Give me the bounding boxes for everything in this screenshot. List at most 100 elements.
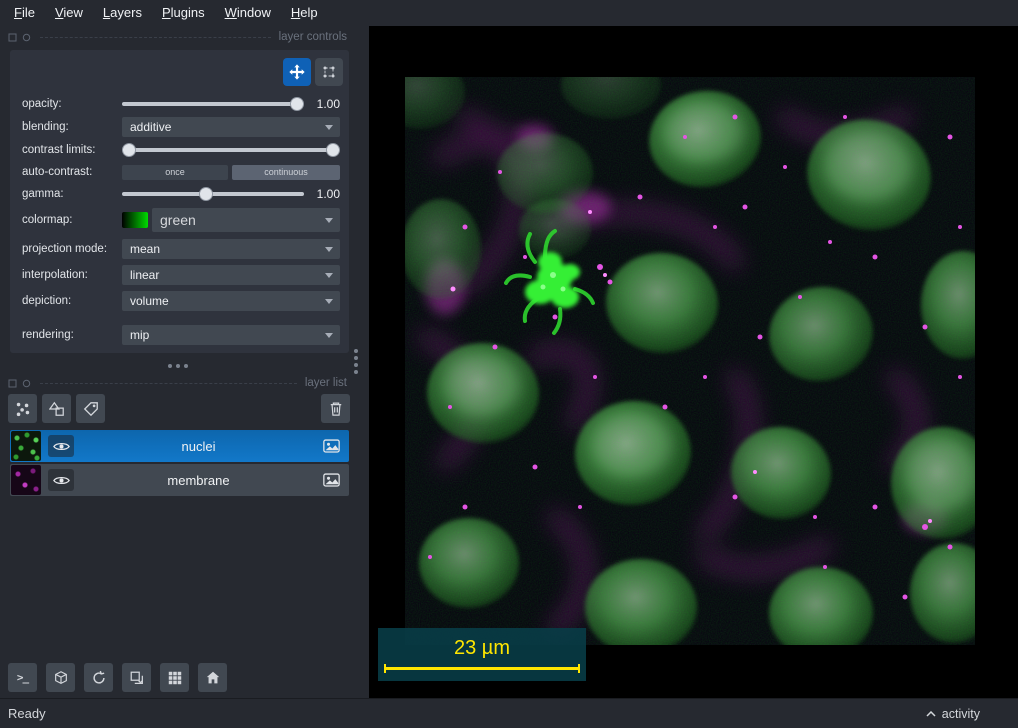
- roll-dimensions-button[interactable]: [84, 663, 113, 692]
- menu-view[interactable]: View: [45, 0, 93, 26]
- layer-controls-header: layer controls: [8, 30, 356, 44]
- menu-window[interactable]: Window: [215, 0, 281, 26]
- contrast-limits-track[interactable]: [122, 148, 340, 152]
- image-layer-icon: [323, 439, 340, 453]
- cube-3d-icon: [53, 670, 69, 686]
- console-icon: >_: [17, 671, 28, 684]
- projection-mode-row: projection mode: mean: [22, 239, 340, 259]
- float-panel-icon[interactable]: [8, 33, 17, 42]
- float-panel-icon[interactable]: [8, 379, 17, 388]
- dock-splitter-handle[interactable]: [354, 356, 358, 360]
- points-icon: [15, 401, 31, 417]
- delete-layer-button[interactable]: [321, 394, 350, 423]
- eye-icon: [53, 475, 70, 486]
- header-divider: [40, 383, 297, 384]
- layer-thumbnail: [11, 465, 41, 495]
- contrast-limits-low-handle[interactable]: [122, 143, 136, 157]
- blending-select[interactable]: additive: [122, 117, 340, 137]
- projection-mode-label: projection mode:: [22, 243, 122, 255]
- hide-panel-icon[interactable]: [22, 379, 31, 388]
- rendering-select[interactable]: mip: [122, 325, 340, 345]
- menu-plugins[interactable]: Plugins: [152, 0, 215, 26]
- layer-name: nuclei: [74, 439, 323, 454]
- console-button[interactable]: >_: [8, 663, 37, 692]
- opacity-slider-handle[interactable]: [290, 97, 304, 111]
- ndisplay-toggle-button[interactable]: [46, 663, 75, 692]
- grid-view-button[interactable]: [160, 663, 189, 692]
- depiction-select[interactable]: volume: [122, 291, 340, 311]
- hide-panel-icon[interactable]: [22, 33, 31, 42]
- layer-row-nuclei[interactable]: nuclei: [10, 430, 349, 462]
- activity-label: activity: [942, 707, 980, 721]
- shapes-icon: [49, 401, 65, 417]
- layer-list-header: layer list: [8, 376, 356, 390]
- viewer-canvas[interactable]: 23 µm: [369, 26, 1018, 698]
- layer-row-membrane[interactable]: membrane: [10, 464, 349, 496]
- napari-window: File View Layers Plugins Window Help lay…: [0, 0, 1018, 728]
- scale-bar-line: [384, 664, 580, 673]
- menu-layers[interactable]: Layers: [93, 0, 152, 26]
- opacity-row: opacity: 1.00: [22, 94, 340, 114]
- image-layer-icon: [323, 473, 340, 487]
- layer-thumbnail: [11, 431, 41, 461]
- layer-controls-title: layer controls: [279, 31, 356, 43]
- new-labels-layer-button[interactable]: [76, 394, 105, 423]
- depiction-row: depiction: volume: [22, 291, 340, 311]
- chevron-down-icon: [325, 125, 333, 130]
- chevron-up-icon: [926, 711, 936, 717]
- status-message: Ready: [8, 706, 46, 721]
- transform-mode-button[interactable]: [315, 58, 343, 86]
- depiction-label: depiction:: [22, 295, 122, 307]
- auto-contrast-once-button[interactable]: once: [122, 165, 228, 180]
- interpolation-value: linear: [130, 268, 159, 282]
- interpolation-select[interactable]: linear: [122, 265, 340, 285]
- rendering-row: rendering: mip: [22, 325, 340, 345]
- gamma-row: gamma: 1.00: [22, 184, 340, 204]
- opacity-slider[interactable]: [122, 97, 304, 111]
- auto-contrast-label: auto-contrast:: [22, 166, 122, 178]
- gamma-slider[interactable]: [122, 187, 304, 201]
- chevron-down-icon: [325, 333, 333, 338]
- colormap-select[interactable]: green: [152, 208, 340, 232]
- menu-file[interactable]: File: [4, 0, 45, 26]
- labels-tag-icon: [83, 401, 99, 417]
- transpose-dimensions-button[interactable]: [122, 663, 151, 692]
- layer-controls-panel: opacity: 1.00 blending: additive: [10, 50, 349, 353]
- layer-name: membrane: [74, 473, 323, 488]
- opacity-value: 1.00: [304, 97, 340, 111]
- contrast-limits-label: contrast limits:: [22, 144, 122, 156]
- colormap-value: green: [160, 212, 196, 228]
- auto-contrast-continuous-button[interactable]: continuous: [232, 165, 340, 180]
- trash-icon: [329, 401, 343, 417]
- new-points-layer-button[interactable]: [8, 394, 37, 423]
- layer-visibility-toggle[interactable]: [48, 469, 74, 491]
- chevron-down-icon: [325, 218, 333, 223]
- pan-zoom-mode-button[interactable]: [283, 58, 311, 86]
- layer-list-title: layer list: [305, 377, 356, 389]
- colormap-swatch: [122, 212, 148, 228]
- gamma-slider-track[interactable]: [122, 192, 304, 196]
- gamma-slider-handle[interactable]: [199, 187, 213, 201]
- auto-contrast-row: auto-contrast: once continuous: [22, 162, 340, 182]
- interpolation-label: interpolation:: [22, 269, 122, 281]
- new-shapes-layer-button[interactable]: [42, 394, 71, 423]
- home-reset-view-button[interactable]: [198, 663, 227, 692]
- header-divider: [40, 37, 271, 38]
- status-bar: Ready activity: [0, 698, 1018, 728]
- blending-row: blending: additive: [22, 117, 340, 137]
- menu-help[interactable]: Help: [281, 0, 328, 26]
- home-icon: [205, 670, 221, 686]
- scale-bar: 23 µm: [378, 628, 586, 681]
- grid-icon: [167, 670, 183, 686]
- projection-mode-select[interactable]: mean: [122, 239, 340, 259]
- microscopy-image: [405, 77, 975, 645]
- gamma-label: gamma:: [22, 188, 122, 200]
- blending-label: blending:: [22, 121, 122, 133]
- opacity-slider-track[interactable]: [122, 102, 304, 106]
- panel-resize-handle[interactable]: [176, 364, 180, 368]
- contrast-limits-range-slider[interactable]: [122, 143, 340, 157]
- projection-mode-value: mean: [130, 242, 160, 256]
- activity-button[interactable]: activity: [926, 707, 980, 721]
- contrast-limits-high-handle[interactable]: [326, 143, 340, 157]
- layer-visibility-toggle[interactable]: [48, 435, 74, 457]
